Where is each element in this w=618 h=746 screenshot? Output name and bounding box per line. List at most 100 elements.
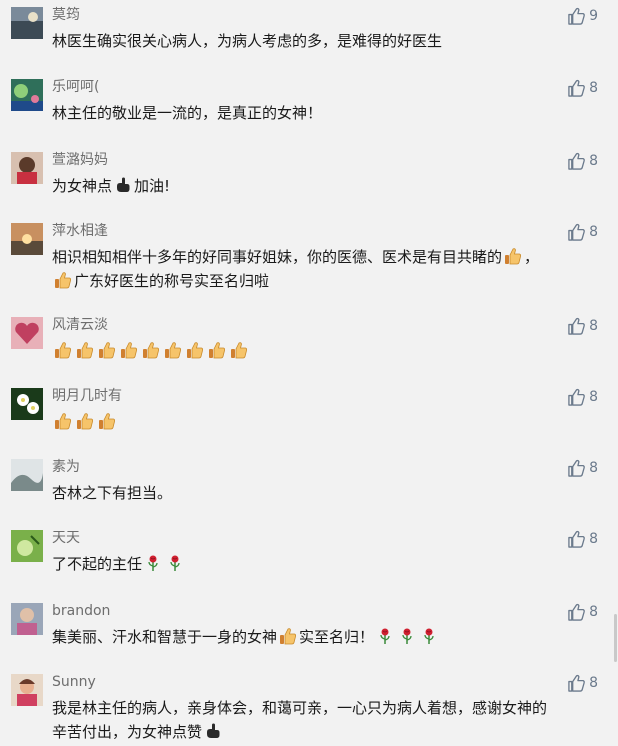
- comment-text: [52, 339, 598, 363]
- thumbs-up-icon: [567, 317, 586, 335]
- like-button[interactable]: 8: [567, 316, 598, 336]
- thumbs-up-icon: [567, 79, 586, 97]
- comment-text-segment: 杏林之下有担当。: [52, 484, 173, 502]
- like-button[interactable]: 9: [567, 6, 598, 26]
- comment-text-segment: 加油!: [134, 177, 171, 195]
- like-count: 8: [589, 80, 598, 96]
- comment-text: [52, 410, 598, 434]
- commenter-name: 风清云淡: [52, 317, 108, 333]
- like-count: 8: [589, 318, 598, 334]
- like-button[interactable]: 8: [567, 387, 598, 407]
- like-button[interactable]: 8: [567, 458, 598, 478]
- avatar[interactable]: [11, 7, 43, 39]
- like-count: 8: [589, 460, 598, 476]
- comment-text-segment: 了不起的主任: [52, 555, 143, 573]
- comment-line: 集美丽、汗水和智慧于一身的女神 实至名归！: [52, 625, 598, 649]
- thumbs-up-emoji: [230, 341, 248, 359]
- scrollbar[interactable]: [614, 614, 617, 662]
- thumbs-up-icon: [567, 223, 586, 241]
- comment-line: 杏林之下有担当。: [52, 481, 598, 505]
- commenter-name: Sunny: [52, 674, 96, 690]
- like-button[interactable]: 8: [567, 602, 598, 622]
- comment-text: 我是林主任的病人，亲身体会，和蔼可亲，一心只为病人着想，感谢女神的 辛苦付出，为女…: [52, 696, 598, 744]
- thumbs-up-emoji: [504, 247, 522, 265]
- comment-line: 为女神点 加油!: [52, 174, 598, 198]
- comment-line: 林医生确实很关心病人，为病人考虑的多，是难得的好医生: [52, 29, 598, 53]
- avatar[interactable]: [11, 459, 43, 491]
- commenter-name: 莫筠: [52, 7, 80, 23]
- comment-text-segment: 广东好医生的称号实至名归啦: [74, 272, 270, 290]
- commenter-name: 萍水相逢: [52, 223, 108, 239]
- thumbs-up-icon: [567, 530, 586, 548]
- thumbs-up-emoji: [54, 341, 72, 359]
- thumbs-up-emoji: [208, 341, 226, 359]
- avatar[interactable]: [11, 317, 43, 349]
- commenter-name: 素为: [52, 459, 80, 475]
- commenter-name: 天天: [52, 530, 80, 546]
- commenter-name: 萱潞妈妈: [52, 152, 108, 168]
- like-button[interactable]: 8: [567, 151, 598, 171]
- rose-emoji: [420, 627, 438, 645]
- comment-line: 林主任的敬业是一流的，是真正的女神！: [52, 101, 598, 125]
- like-count: 8: [589, 224, 598, 240]
- commenter-name: brandon: [52, 603, 111, 619]
- comment-text-segment: 林主任的敬业是一流的，是真正的女神！: [52, 104, 323, 122]
- avatar[interactable]: [11, 152, 43, 184]
- like-count: 8: [589, 531, 598, 547]
- thumbs-up-emoji: [54, 271, 72, 289]
- avatar[interactable]: [11, 388, 43, 420]
- comment-text-segment: ，: [524, 248, 540, 266]
- comment-line: 我是林主任的病人，亲身体会，和蔼可亲，一心只为病人着想，感谢女神的: [52, 696, 598, 720]
- rose-emoji: [398, 627, 416, 645]
- rose-emoji: [166, 554, 184, 572]
- avatar[interactable]: [11, 79, 43, 111]
- like-button[interactable]: 8: [567, 78, 598, 98]
- comment-text-segment: 相识相知相伴十多年的好同事好姐妹，你的医德、医术是有目共睹的: [52, 248, 503, 266]
- comment-text-segment: 集美丽、汗水和智慧于一身的女神: [52, 628, 278, 646]
- comment-text-segment: 我是林主任的病人，亲身体会，和蔼可亲，一心只为病人着想，感谢女神的: [52, 699, 548, 717]
- comment-text: 集美丽、汗水和智慧于一身的女神 实至名归！: [52, 625, 598, 649]
- avatar[interactable]: [11, 674, 43, 706]
- comment-list: 莫筠 9 林医生确实很关心病人，为病人考虑的多，是难得的好医生 乐呵呵( 8 林主任的敬业…: [0, 0, 618, 746]
- avatar[interactable]: [11, 530, 43, 562]
- comment-text: 林医生确实很关心病人，为病人考虑的多，是难得的好医生: [52, 29, 598, 53]
- thumbs-up-emoji: [54, 412, 72, 430]
- comment-text: 杏林之下有担当。: [52, 481, 598, 505]
- thumbs-up-emoji: [120, 341, 138, 359]
- comment-text: 相识相知相伴十多年的好同事好姐妹，你的医德、医术是有目共睹的 ， 广东好医生的称号实…: [52, 245, 598, 293]
- thumbs-up-icon: [567, 152, 586, 170]
- thumbs-up-emoji: [76, 341, 94, 359]
- thumbs-up-emoji: [76, 412, 94, 430]
- avatar[interactable]: [11, 603, 43, 635]
- comment-line: 了不起的主任: [52, 552, 598, 576]
- like-count: 8: [589, 675, 598, 691]
- comment-line: [52, 339, 598, 363]
- commenter-name: 明月几时有: [52, 388, 122, 404]
- thumbs-up-emoji: [164, 341, 182, 359]
- like-button[interactable]: 8: [567, 529, 598, 549]
- point-icon: [204, 722, 222, 740]
- comment-text-segment: 辛苦付出，为女神点赞: [52, 723, 203, 741]
- comment-text-segment: 林医生确实很关心病人，为病人考虑的多，是难得的好医生: [52, 32, 443, 50]
- thumbs-up-emoji: [186, 341, 204, 359]
- comment-line: 辛苦付出，为女神点赞: [52, 720, 598, 744]
- thumbs-up-icon: [567, 388, 586, 406]
- commenter-name: 乐呵呵(: [52, 79, 100, 95]
- thumbs-up-emoji: [142, 341, 160, 359]
- rose-emoji: [376, 627, 394, 645]
- like-count: 8: [589, 389, 598, 405]
- like-button[interactable]: 8: [567, 673, 598, 693]
- like-count: 8: [589, 153, 598, 169]
- comment-line: 相识相知相伴十多年的好同事好姐妹，你的医德、医术是有目共睹的 ，: [52, 245, 598, 269]
- comment-line: [52, 410, 598, 434]
- thumbs-up-icon: [567, 7, 586, 25]
- like-button[interactable]: 8: [567, 222, 598, 242]
- point-icon: [114, 176, 132, 194]
- comment-text: 为女神点 加油!: [52, 174, 598, 198]
- rose-emoji: [144, 554, 162, 572]
- avatar[interactable]: [11, 223, 43, 255]
- thumbs-up-emoji: [98, 412, 116, 430]
- comment-text-segment: 为女神点: [52, 177, 113, 195]
- comment-text-segment: 实至名归！: [299, 628, 375, 646]
- thumbs-up-emoji: [279, 627, 297, 645]
